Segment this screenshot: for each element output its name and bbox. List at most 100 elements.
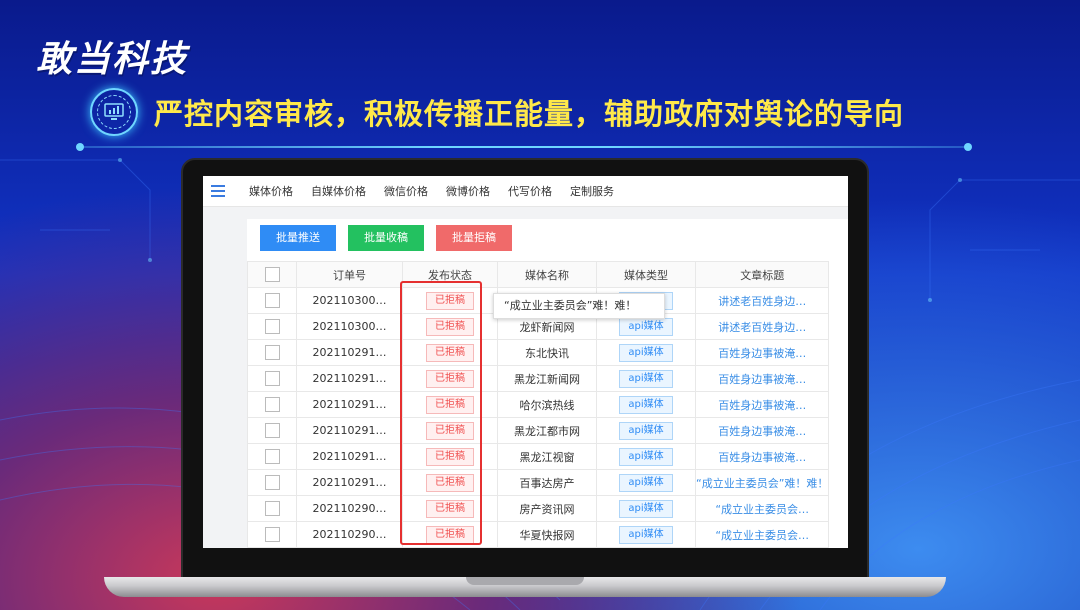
row-checkbox[interactable] xyxy=(264,293,280,308)
media-type-tag: api媒体 xyxy=(619,421,673,440)
laptop-notch xyxy=(466,577,584,585)
row-select-cell xyxy=(247,365,297,392)
table-row[interactable]: 202110291… 已拒稿 黑龙江都市网 api媒体 百姓身边事被淹… xyxy=(247,417,830,444)
batch-reject-button[interactable]: 批量拒稿 xyxy=(436,225,512,251)
select-all-cell xyxy=(247,261,297,288)
article-title-cell: 百姓身边事被淹… xyxy=(694,365,830,392)
media-type-cell: api媒体 xyxy=(596,417,696,444)
row-select-cell xyxy=(247,417,297,444)
col-order-no[interactable]: 订单号 xyxy=(296,261,403,288)
hamburger-menu-icon[interactable] xyxy=(211,185,225,197)
media-type-tag: api媒体 xyxy=(619,369,673,388)
media-type-tag: api媒体 xyxy=(619,499,673,518)
order-no-cell: 202110290… xyxy=(296,521,403,548)
row-select-cell xyxy=(247,495,297,522)
action-bar: 批量推送 批量收稿 批量拒稿 xyxy=(247,219,848,251)
media-name-cell: 黑龙江新闻网 xyxy=(497,365,597,392)
table-row[interactable]: 202110291… 已拒稿 东北快讯 api媒体 百姓身边事被淹… xyxy=(247,339,830,366)
media-type-cell: api媒体 xyxy=(596,495,696,522)
table-row[interactable]: 202110291… 已拒稿 百事达房产 api媒体 “成立业主委员会”难！难！ xyxy=(247,469,830,496)
article-title-link[interactable]: 百姓身边事被淹… xyxy=(718,451,806,464)
article-title-cell: 百姓身边事被淹… xyxy=(694,443,830,470)
row-checkbox[interactable] xyxy=(264,501,280,516)
media-type-cell: api媒体 xyxy=(596,521,696,548)
row-select-cell xyxy=(247,391,297,418)
order-no-cell: 202110291… xyxy=(296,443,403,470)
order-no-cell: 202110291… xyxy=(296,469,403,496)
select-all-checkbox[interactable] xyxy=(264,267,280,282)
chart-monitor-icon xyxy=(90,88,138,136)
media-type-cell: api媒体 xyxy=(596,443,696,470)
article-title-cell: 讲述老百姓身边… xyxy=(694,287,830,314)
media-type-cell: api媒体 xyxy=(596,365,696,392)
order-no-cell: 202110291… xyxy=(296,391,403,418)
order-no-cell: 202110291… xyxy=(296,365,403,392)
article-title-link[interactable]: 讲述老百姓身边… xyxy=(718,295,806,308)
table-row[interactable]: 202110290… 已拒稿 华夏快报网 api媒体 “成立业主委员会… xyxy=(247,521,830,548)
media-type-tag: api媒体 xyxy=(619,395,673,414)
order-no-cell: 202110290… xyxy=(296,495,403,522)
batch-push-button[interactable]: 批量推送 xyxy=(260,225,336,251)
row-checkbox[interactable] xyxy=(264,449,280,464)
media-type-tag: api媒体 xyxy=(619,343,673,362)
top-navigation: 媒体价格 自媒体价格 微信价格 微博价格 代写价格 定制服务 xyxy=(203,176,848,207)
article-title-cell: “成立业主委员会”难！难！ xyxy=(694,469,830,496)
media-name-cell: 哈尔滨热线 xyxy=(497,391,597,418)
order-no-cell: 202110291… xyxy=(296,417,403,444)
order-no-cell: 202110291… xyxy=(296,339,403,366)
media-name-cell: 黑龙江都市网 xyxy=(497,417,597,444)
brand-logo: 敢当科技 xyxy=(36,39,189,80)
row-checkbox[interactable] xyxy=(264,345,280,360)
nav-item-media-price[interactable]: 媒体价格 xyxy=(249,183,293,199)
title-tooltip: “成立业主委员会”难！难！ xyxy=(493,293,665,319)
table-row[interactable]: 202110291… 已拒稿 哈尔滨热线 api媒体 百姓身边事被淹… xyxy=(247,391,830,418)
row-checkbox[interactable] xyxy=(264,371,280,386)
media-type-cell: api媒体 xyxy=(596,339,696,366)
media-type-tag: api媒体 xyxy=(619,473,673,492)
media-name-cell: 百事达房产 xyxy=(497,469,597,496)
row-select-cell xyxy=(247,287,297,314)
article-title-link[interactable]: 百姓身边事被淹… xyxy=(718,425,806,438)
col-media-type[interactable]: 媒体类型 xyxy=(596,261,696,288)
article-title-cell: 百姓身边事被淹… xyxy=(694,339,830,366)
row-checkbox[interactable] xyxy=(264,527,280,542)
col-article-title[interactable]: 文章标题 xyxy=(694,261,830,288)
media-name-cell: 黑龙江视窗 xyxy=(497,443,597,470)
row-checkbox[interactable] xyxy=(264,397,280,412)
article-title-cell: “成立业主委员会… xyxy=(694,521,830,548)
app-screen: 媒体价格 自媒体价格 微信价格 微博价格 代写价格 定制服务 批量推送 批量收稿… xyxy=(203,176,848,548)
col-media-name[interactable]: 媒体名称 xyxy=(497,261,597,288)
nav-item-wechat-price[interactable]: 微信价格 xyxy=(384,183,428,199)
nav-item-custom-service[interactable]: 定制服务 xyxy=(570,183,614,199)
article-title-link[interactable]: 百姓身边事被淹… xyxy=(718,373,806,386)
article-title-link[interactable]: “成立业主委员会… xyxy=(715,503,809,516)
table-row[interactable]: 202110290… 已拒稿 房产资讯网 api媒体 “成立业主委员会… xyxy=(247,495,830,522)
article-title-link[interactable]: 百姓身边事被淹… xyxy=(718,347,806,360)
nav-item-self-media-price[interactable]: 自媒体价格 xyxy=(311,183,366,199)
article-title-link[interactable]: “成立业主委员会”难！难！ xyxy=(697,477,828,490)
nav-item-ghostwrite-price[interactable]: 代写价格 xyxy=(508,183,552,199)
headline-text: 严控内容审核，积极传播正能量，辅助政府对舆论的导向 xyxy=(154,97,905,131)
batch-accept-button[interactable]: 批量收稿 xyxy=(348,225,424,251)
media-type-cell: api媒体 xyxy=(596,391,696,418)
order-no-cell: 202110300… xyxy=(296,287,403,314)
table-row[interactable]: 202110291… 已拒稿 黑龙江视窗 api媒体 百姓身边事被淹… xyxy=(247,443,830,470)
row-select-cell xyxy=(247,469,297,496)
row-checkbox[interactable] xyxy=(264,475,280,490)
table-header-row: 订单号 发布状态 媒体名称 媒体类型 文章标题 xyxy=(247,261,830,288)
media-type-tag: api媒体 xyxy=(619,317,673,336)
nav-item-weibo-price[interactable]: 微博价格 xyxy=(446,183,490,199)
article-title-cell: 百姓身边事被淹… xyxy=(694,417,830,444)
media-name-cell: 东北快讯 xyxy=(497,339,597,366)
row-checkbox[interactable] xyxy=(264,423,280,438)
article-title-cell: 讲述老百姓身边… xyxy=(694,313,830,340)
headline-divider xyxy=(76,143,972,151)
row-select-cell xyxy=(247,313,297,340)
media-type-cell: api媒体 xyxy=(596,469,696,496)
article-title-link[interactable]: “成立业主委员会… xyxy=(715,529,809,542)
article-title-link[interactable]: 讲述老百姓身边… xyxy=(718,321,806,334)
row-checkbox[interactable] xyxy=(264,319,280,334)
media-name-cell: 华夏快报网 xyxy=(497,521,597,548)
article-title-link[interactable]: 百姓身边事被淹… xyxy=(718,399,806,412)
table-row[interactable]: 202110291… 已拒稿 黑龙江新闻网 api媒体 百姓身边事被淹… xyxy=(247,365,830,392)
